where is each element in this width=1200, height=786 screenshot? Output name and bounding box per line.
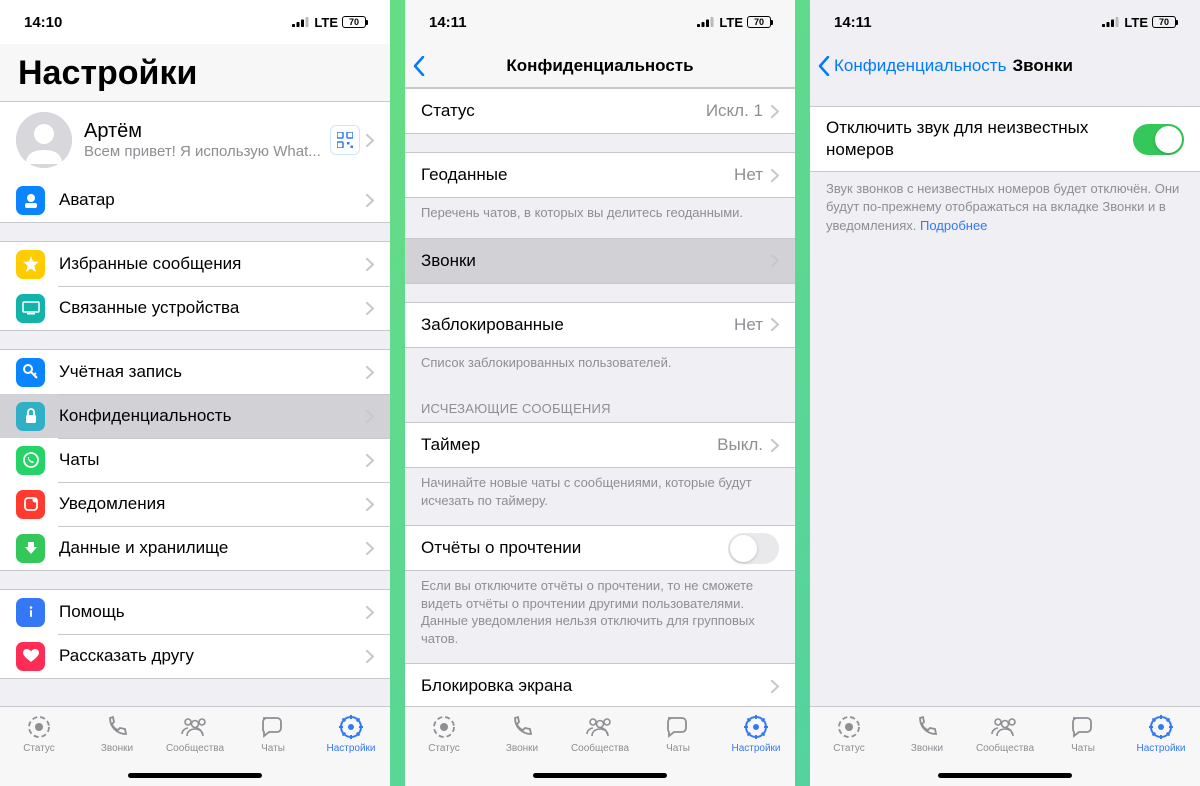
battery-icon: 70 (1152, 16, 1176, 28)
whatsapp-icon (16, 446, 45, 475)
geo-row[interactable]: Геоданные Нет (405, 153, 795, 197)
storage-row[interactable]: Данные и хранилище (0, 526, 390, 570)
tab-status[interactable]: Статус (0, 713, 78, 786)
help-row[interactable]: Помощь (0, 590, 390, 634)
starred-messages-row[interactable]: Избранные сообщения (0, 242, 390, 286)
info-icon (16, 598, 45, 627)
tab-settings[interactable]: Настройки (1122, 713, 1200, 786)
learn-more-link[interactable]: Подробнее (920, 218, 987, 233)
qr-icon[interactable] (330, 125, 360, 155)
home-indicator (128, 773, 262, 778)
chevron-icon (366, 134, 374, 147)
account-row[interactable]: Учётная запись (0, 350, 390, 394)
profile-name: Артём (84, 120, 330, 143)
status-bar: 14:10 LTE 70 (0, 0, 390, 44)
home-indicator (533, 773, 667, 778)
devices-icon (16, 294, 45, 323)
chevron-icon (771, 169, 779, 182)
screenlock-row[interactable]: Блокировка экрана (405, 664, 795, 706)
chevron-icon (366, 258, 374, 271)
tab-status[interactable]: Статус (405, 713, 483, 786)
page-title: Настройки (0, 44, 390, 101)
avatar-row[interactable]: Аватар (0, 178, 390, 222)
nav-header: Конфиденциальность (405, 44, 795, 88)
chevron-icon (771, 439, 779, 452)
chevron-icon (366, 454, 374, 467)
back-button[interactable] (405, 56, 429, 76)
tell-friend-row[interactable]: Рассказать другу (0, 634, 390, 678)
back-button[interactable]: Конфиденциальность (810, 56, 1006, 76)
silence-info: Звук звонков с неизвестных номеров будет… (810, 172, 1200, 243)
read-receipts-row[interactable]: Отчёты о прочтении (405, 526, 795, 570)
profile-status: Всем привет! Я использую What... (84, 143, 330, 160)
chevron-icon (366, 194, 374, 207)
status-bar: 14:11 LTE 70 (405, 0, 795, 44)
timer-row[interactable]: Таймер Выкл. (405, 423, 795, 467)
blocked-footer: Список заблокированных пользователей. (405, 348, 795, 388)
geo-footer: Перечень чатов, в которых вы делитесь ге… (405, 198, 795, 238)
screen-settings: 14:10 LTE 70 Настройки Артём Всем привет… (0, 0, 390, 786)
tab-settings[interactable]: Настройки (717, 713, 795, 786)
nav-title: Звонки (1012, 56, 1073, 76)
disappearing-header: ИСЧЕЗАЮЩИЕ СООБЩЕНИЯ (405, 387, 795, 422)
privacy-scroll[interactable]: Статус Искл. 1 Геоданные Нет Перечень ча… (405, 88, 795, 706)
read-footer: Если вы отключите отчёты о прочтении, то… (405, 571, 795, 663)
chevron-icon (366, 650, 374, 663)
notifications-row[interactable]: Уведомления (0, 482, 390, 526)
timer-footer: Начинайте новые чаты с сообщениями, кото… (405, 468, 795, 525)
status-row[interactable]: Статус Искл. 1 (405, 89, 795, 133)
signal-icon (697, 16, 715, 28)
calls-scroll[interactable]: Отключить звук для неизвестных номеров З… (810, 88, 1200, 706)
chevron-icon (771, 680, 779, 693)
silence-unknown-row[interactable]: Отключить звук для неизвестных номеров (810, 107, 1200, 171)
read-receipts-toggle[interactable] (728, 533, 779, 564)
star-icon (16, 250, 45, 279)
chevron-icon (771, 105, 779, 118)
network-label: LTE (314, 15, 338, 30)
avatar-app-icon (16, 186, 45, 215)
status-time: 14:10 (24, 14, 62, 31)
calls-row[interactable]: Звонки (405, 239, 795, 283)
chevron-icon (366, 366, 374, 379)
home-indicator (938, 773, 1072, 778)
signal-icon (1102, 16, 1120, 28)
battery-icon: 70 (747, 16, 771, 28)
linked-devices-row[interactable]: Связанные устройства (0, 286, 390, 330)
chevron-icon (366, 498, 374, 511)
storage-icon (16, 534, 45, 563)
status-time: 14:11 (834, 14, 872, 31)
tab-settings[interactable]: Настройки (312, 713, 390, 786)
chevron-icon (366, 606, 374, 619)
chevron-icon (366, 302, 374, 315)
profile-row[interactable]: Артём Всем привет! Я использую What... (0, 102, 390, 178)
chevron-icon (366, 542, 374, 555)
chevron-icon (771, 254, 779, 267)
status-time: 14:11 (429, 14, 467, 31)
key-icon (16, 358, 45, 387)
silence-unknown-toggle[interactable] (1133, 124, 1184, 155)
avatar-icon (16, 112, 72, 168)
screen-privacy: 14:11 LTE 70 Конфиденциальность Статус И… (405, 0, 795, 786)
privacy-row[interactable]: Конфиденциальность (0, 394, 390, 438)
heart-icon (16, 642, 45, 671)
nav-header: Конфиденциальность Звонки (810, 44, 1200, 88)
blocked-row[interactable]: Заблокированные Нет (405, 303, 795, 347)
nav-title: Конфиденциальность (405, 56, 795, 76)
chevron-icon (771, 318, 779, 331)
chats-row[interactable]: Чаты (0, 438, 390, 482)
signal-icon (292, 16, 310, 28)
status-bar: 14:11 LTE 70 (810, 0, 1200, 44)
notifications-icon (16, 490, 45, 519)
screen-calls-privacy: 14:11 LTE 70 Конфиденциальность Звонки О… (810, 0, 1200, 786)
tab-status[interactable]: Статус (810, 713, 888, 786)
lock-icon (16, 402, 45, 431)
settings-scroll[interactable]: Артём Всем привет! Я использую What... А… (0, 101, 390, 706)
chevron-icon (366, 410, 374, 423)
battery-icon: 70 (342, 16, 366, 28)
